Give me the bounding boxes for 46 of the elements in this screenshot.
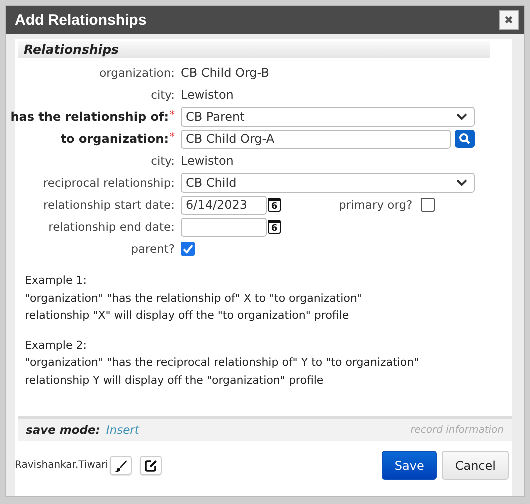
save-mode-value: Insert [106, 423, 140, 437]
example-text: relationship "X" will display off the "to organization" profile [25, 308, 350, 324]
example-text: Example 2: [25, 338, 88, 354]
field-label: city: [151, 154, 175, 168]
section-header: Relationships [18, 41, 490, 58]
chevron-down-icon [456, 113, 468, 121]
field-label: has the relationship of: [10, 110, 169, 124]
field-label: parent? [131, 242, 175, 256]
calendar-icon[interactable]: 6 [268, 198, 281, 212]
required-mark: * [170, 110, 175, 121]
field-value: CB Child Org-B [181, 66, 270, 80]
close-button[interactable]: ✖ [499, 10, 519, 30]
field-label: reciprocal relationship: [43, 176, 175, 190]
user-name: Ravishankar.Tiwari [15, 460, 108, 471]
cancel-button[interactable]: Cancel [442, 451, 509, 480]
search-icon [459, 133, 471, 145]
field-label: city: [151, 88, 175, 102]
field-label: organization: [100, 66, 175, 80]
search-button[interactable] [455, 130, 475, 148]
calendar-icon[interactable]: 6 [268, 220, 281, 234]
brush-button[interactable] [110, 456, 132, 475]
edit-button[interactable] [140, 456, 162, 475]
field-label: relationship start date: [44, 198, 175, 212]
input-field[interactable]: CB Child Org-A [181, 130, 451, 148]
edit-icon [144, 458, 158, 472]
field-value: Lewiston [181, 154, 234, 168]
field-label: primary org? [339, 198, 413, 212]
date-field[interactable]: 6/14/2023 [181, 196, 267, 214]
checkbox[interactable] [420, 198, 435, 212]
example-text: "organization" "has the reciprocal relationship of" Y to "to organization" [25, 355, 420, 371]
window-title: Add Relationships [15, 12, 148, 28]
chevron-down-icon [456, 179, 468, 187]
brush-icon [114, 458, 128, 472]
dropdown[interactable]: CB Parent [181, 107, 475, 127]
example-text: Example 1: [25, 273, 88, 289]
checkbox[interactable] [181, 242, 195, 256]
save-mode-label: save mode: [26, 423, 100, 437]
field-label: to organization: [60, 132, 169, 146]
example-text: relationship Y will display off the "organization" profile [25, 372, 325, 388]
save-button[interactable]: Save [382, 451, 438, 480]
example-text: "organization" "has the relationship of" X to "to organization" [25, 290, 364, 306]
date-field[interactable] [181, 218, 267, 236]
dropdown[interactable]: CB Child [181, 173, 475, 193]
field-value: Lewiston [181, 88, 234, 102]
field-label: relationship end date: [48, 220, 175, 234]
required-mark: * [170, 132, 175, 143]
